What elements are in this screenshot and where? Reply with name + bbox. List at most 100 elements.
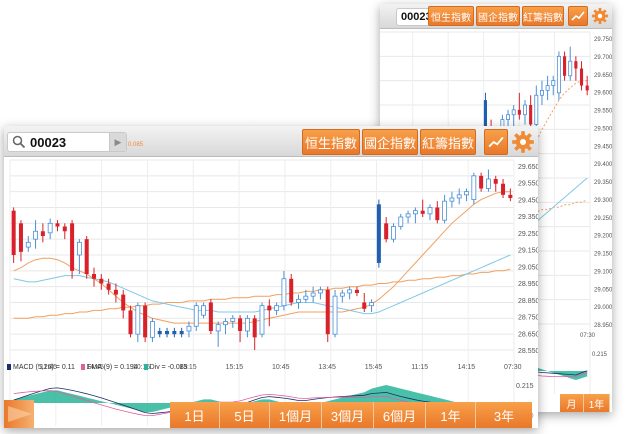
front-price-label: 29.650 <box>518 164 538 171</box>
back-price-label: 29.500 <box>594 126 612 132</box>
front-candle-body <box>435 207 440 221</box>
range-1y[interactable]: 1年 <box>426 402 476 428</box>
ema-swatch <box>80 364 85 370</box>
front-candle-body <box>143 305 148 338</box>
range-cap-arrow-icon <box>8 406 32 422</box>
front-candle-body <box>179 331 184 335</box>
front-candle-body <box>376 204 381 263</box>
front-candle-body <box>128 310 133 335</box>
front-candle-body <box>84 239 89 274</box>
back-candle-body <box>585 85 589 91</box>
front-candle-body <box>223 321 228 326</box>
front-candle-body <box>427 207 433 215</box>
front-candle-body <box>135 305 141 335</box>
front-candle-body <box>193 305 199 327</box>
front-time-label: 13:45 <box>318 364 336 371</box>
back-price-label: 29.000 <box>594 305 612 311</box>
front-candle-body <box>91 274 97 279</box>
front-candle-body <box>384 223 389 240</box>
front-candle-body <box>70 223 75 271</box>
back-candle-body <box>563 56 567 76</box>
front-candle-body <box>296 298 301 303</box>
front-candle-body <box>369 302 374 307</box>
range-1m[interactable]: 1個月 <box>270 402 322 428</box>
front-price-label: 28.750 <box>518 315 538 322</box>
front-candle-body <box>501 183 506 195</box>
back-price-label: 29.050 <box>594 287 612 293</box>
front-candle-body <box>274 305 280 311</box>
front-candle-body <box>215 324 221 332</box>
back-candle-body <box>517 109 521 115</box>
range-3m[interactable]: 3個月 <box>322 402 374 428</box>
front-candle-body <box>486 178 491 189</box>
front-candle-body <box>244 317 250 332</box>
front-candle-body <box>479 175 484 189</box>
front-candle-body <box>449 197 455 202</box>
back-candle-body <box>545 85 550 91</box>
range-6m[interactable]: 6個月 <box>374 402 426 428</box>
front-time-label: 15:15 <box>226 364 244 371</box>
front-candle-body <box>318 289 323 294</box>
front-price-label: 29.150 <box>518 248 538 255</box>
front-candle-body <box>471 175 477 200</box>
back-time-label: 07:30 <box>580 333 596 339</box>
front-price-label: 28.950 <box>518 281 538 288</box>
front-candle-body <box>47 222 53 234</box>
front-candle-body <box>412 210 418 215</box>
back-candle-body <box>568 60 573 77</box>
front-candle-body <box>165 331 170 335</box>
back-candle-body <box>529 105 533 125</box>
front-candle-body <box>33 230 38 240</box>
front-candle-body <box>150 321 155 338</box>
front-price-label: 29.350 <box>518 214 538 221</box>
front-candle-body <box>325 289 330 335</box>
back-price-label: 28.950 <box>594 323 612 329</box>
front-price-label: 28.850 <box>518 298 538 305</box>
macd-legend-macd: MACD (5,26) = 0.11 <box>13 364 75 371</box>
front-price-label: 28.550 <box>518 348 538 355</box>
back-range-month[interactable]: 月 <box>560 394 584 412</box>
front-candle-body <box>113 289 118 295</box>
front-price-label: 28.650 <box>518 331 538 338</box>
back-range-1y[interactable]: 1年 <box>584 394 610 412</box>
front-candle-body <box>40 231 45 236</box>
macd-swatch <box>7 364 11 370</box>
front-price-label: 29.550 <box>518 181 538 188</box>
front-candle-body <box>106 283 111 290</box>
front-candle-body <box>420 210 425 214</box>
front-candle-body <box>55 223 60 227</box>
front-candle-body <box>238 318 243 331</box>
front-time-label: 10:45 <box>272 364 290 371</box>
range-5d[interactable]: 5日 <box>220 402 270 428</box>
back-price-label: 29.200 <box>594 234 612 240</box>
back-candle-body <box>556 55 561 94</box>
front-candle-body <box>398 216 404 227</box>
front-candle-body <box>493 179 498 184</box>
front-candle-body <box>99 278 104 284</box>
front-candle-body <box>121 294 126 311</box>
back-price-label: 29.100 <box>594 269 612 275</box>
back-candle-body <box>574 61 578 69</box>
front-candle-body <box>186 325 192 332</box>
front-candle-body <box>362 302 367 309</box>
front-time-label: 07:30 <box>504 364 522 371</box>
front-candle-body <box>508 194 513 198</box>
front-candle-body <box>405 213 411 218</box>
front-chart-panel: 00023 ▶ 0.085 恒生指數 國企指數 紅籌指數 29.650 29.55… <box>4 126 538 428</box>
back-price-label: 29.350 <box>594 180 612 186</box>
front-time-label: 11:15 <box>411 364 428 371</box>
front-price-label: 29.050 <box>518 264 538 271</box>
macd-legend-ema: EMA (9) = 0.194 <box>86 364 138 371</box>
range-3y[interactable]: 3年 <box>476 402 532 428</box>
front-candle-body <box>442 200 448 221</box>
back-price-label: 29.450 <box>594 144 612 150</box>
back-price-label: 29.250 <box>594 216 612 222</box>
front-price-label: 29.450 <box>518 197 538 204</box>
front-candle-body <box>11 210 16 255</box>
front-candle-body <box>76 241 82 256</box>
front-candle-body <box>18 223 23 252</box>
front-candle-body <box>230 317 236 322</box>
back-candle-body <box>523 104 527 116</box>
front-price-label: 29.250 <box>518 231 538 238</box>
range-1d[interactable]: 1日 <box>170 402 220 428</box>
